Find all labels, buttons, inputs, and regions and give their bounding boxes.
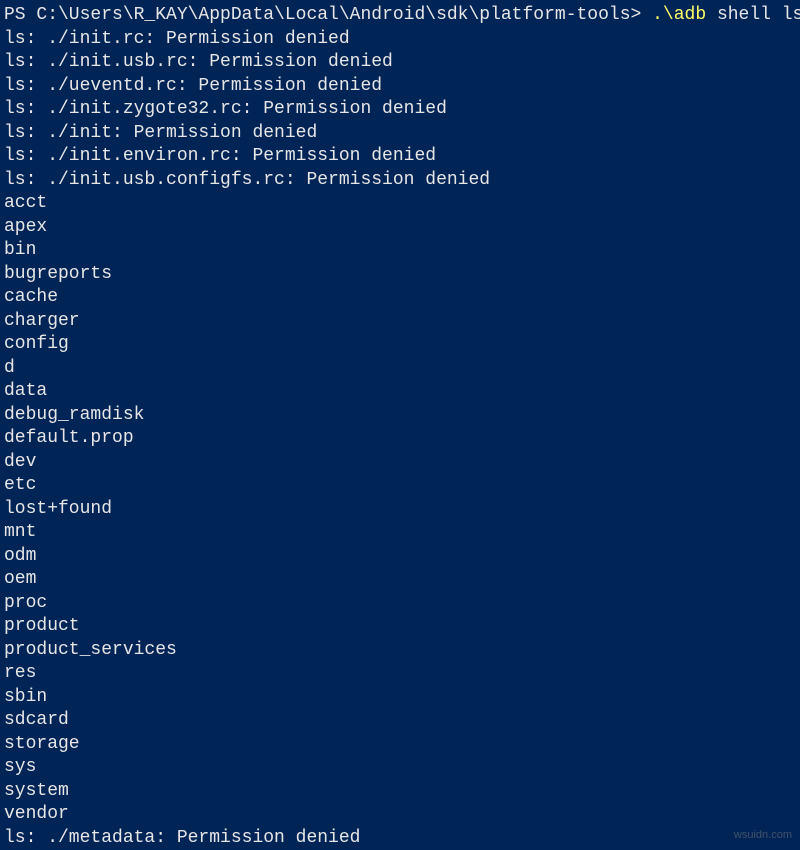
output-entry: odm [4,545,794,569]
command-args: shell ls [706,5,800,25]
output-error: ls: ./init.zygote32.rc: Permission denie… [4,98,794,122]
output-error: ls: ./init.rc: Permission denied [4,28,794,52]
output-error: ls: ./metadata: Permission denied [4,827,794,850]
prompt-path: C:\Users\R_KAY\AppData\Local\Android\sdk… [36,5,630,25]
output-entry: sdcard [4,709,794,733]
output-entry: charger [4,310,794,334]
output-entry: vendor [4,803,794,827]
output-entry: proc [4,592,794,616]
output-entry: storage [4,733,794,757]
output-entry: product [4,615,794,639]
output-entry: bin [4,239,794,263]
command-exe: .\adb [652,5,706,25]
output-entry: acct [4,192,794,216]
output-entry: product_services [4,639,794,663]
output-entry: debug_ramdisk [4,404,794,428]
output-entry: system [4,780,794,804]
output-entry: mnt [4,521,794,545]
output-entry: config [4,333,794,357]
output-entry: d [4,357,794,381]
output-error: ls: ./ueventd.rc: Permission denied [4,75,794,99]
output-entry: bugreports [4,263,794,287]
output-entry: default.prop [4,427,794,451]
output-error: ls: ./init.environ.rc: Permission denied [4,145,794,169]
output-error: ls: ./init.usb.configfs.rc: Permission d… [4,169,794,193]
output-error: ls: ./init: Permission denied [4,122,794,146]
output-entry: res [4,662,794,686]
output-entry: lost+found [4,498,794,522]
prompt-line-1: PS C:\Users\R_KAY\AppData\Local\Android\… [4,4,794,28]
output-entry: cache [4,286,794,310]
output-entry: sbin [4,686,794,710]
output-entry: data [4,380,794,404]
prompt-separator: > [631,5,653,25]
output-entry: etc [4,474,794,498]
watermark: wsuidn.com [734,824,792,848]
output-entry: dev [4,451,794,475]
prompt-prefix: PS [4,5,36,25]
output-error: ls: ./init.usb.rc: Permission denied [4,51,794,75]
output-entry: oem [4,568,794,592]
powershell-terminal[interactable]: PS C:\Users\R_KAY\AppData\Local\Android\… [0,0,800,850]
output-entry: apex [4,216,794,240]
output-entry: sys [4,756,794,780]
